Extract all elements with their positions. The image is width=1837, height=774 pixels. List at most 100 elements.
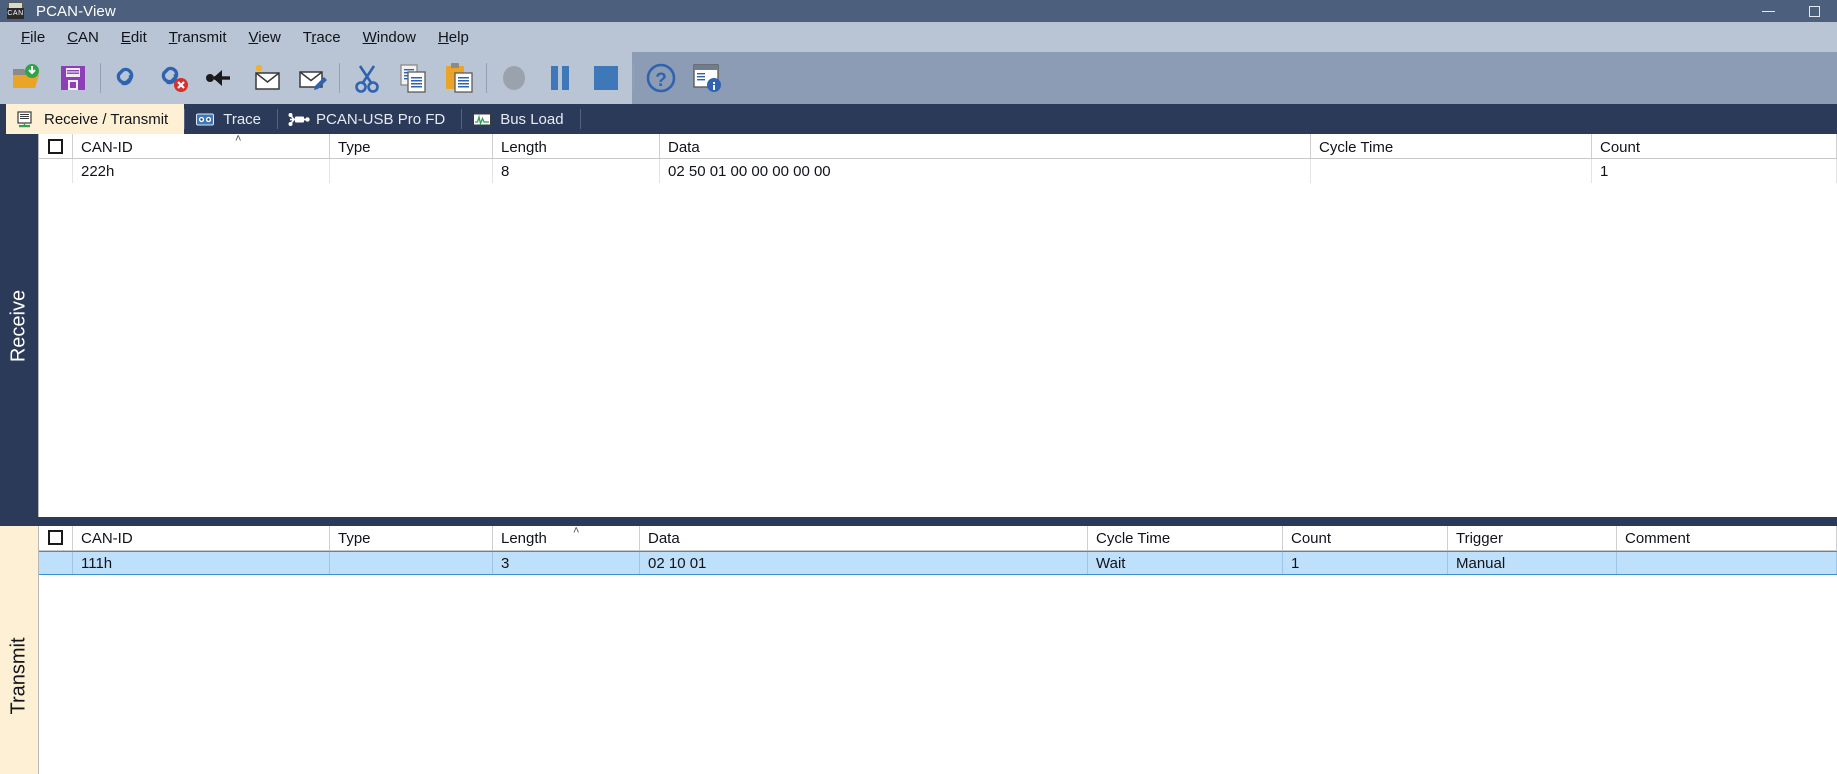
help-button[interactable]: ? xyxy=(638,54,684,102)
receive-side-label-text: Receive xyxy=(7,289,30,362)
title-bar: CAN PCAN-View xyxy=(0,0,1837,22)
transmit-pane: Transmit CAN-ID Type Length ˄ Data Cycle… xyxy=(0,525,1837,774)
receive-header-check[interactable] xyxy=(39,134,73,158)
pause-icon xyxy=(543,61,577,95)
receive-row-check[interactable] xyxy=(39,159,73,183)
new-message-icon xyxy=(249,61,283,95)
menu-label-file: ile xyxy=(30,28,46,46)
transmit-row-data: 02 10 01 xyxy=(640,551,1088,574)
transmit-header-check[interactable] xyxy=(39,525,73,550)
window-title: PCAN-View xyxy=(36,2,116,20)
transmit-header-type[interactable]: Type xyxy=(330,525,493,550)
transmit-header-can-id-label: CAN-ID xyxy=(81,530,133,548)
trace-icon xyxy=(195,111,215,127)
select-all-checkbox-icon[interactable] xyxy=(48,138,63,154)
record-button[interactable] xyxy=(491,54,537,102)
reset-icon xyxy=(203,61,237,95)
pause-button[interactable] xyxy=(537,54,583,102)
transmit-header-length[interactable]: Length ˄ xyxy=(493,525,640,550)
receive-header-length-label: Length xyxy=(501,138,547,156)
menu-item-trace[interactable]: Trace xyxy=(292,25,352,50)
transmit-header-can-id[interactable]: CAN-ID xyxy=(73,525,330,550)
transmit-empty-area[interactable] xyxy=(39,574,1837,774)
receive-row-can-id: 222h xyxy=(73,159,330,183)
copy-button[interactable] xyxy=(390,54,436,102)
menu-label-edit: dit xyxy=(130,28,147,46)
status-button[interactable] xyxy=(684,54,730,102)
edit-message-button[interactable] xyxy=(289,54,335,102)
receive-header-count[interactable]: Count xyxy=(1592,134,1837,158)
receive-row-type xyxy=(330,159,493,183)
pane-splitter[interactable] xyxy=(0,517,1837,526)
menu-label-view: iew xyxy=(258,28,281,46)
transmit-row-count: 1 xyxy=(1283,551,1448,574)
transmit-header-trigger[interactable]: Trigger xyxy=(1448,525,1617,550)
transmit-select-all-checkbox-icon[interactable] xyxy=(48,530,63,546)
tab-label-pcan-usb-pro-fd: PCAN-USB Pro FD xyxy=(316,110,446,128)
transmit-side-label-text: Transmit xyxy=(7,637,30,715)
transmit-row-trigger: Manual xyxy=(1448,551,1617,574)
transmit-header-cycle-time[interactable]: Cycle Time xyxy=(1088,525,1283,550)
receive-pane: Receive CAN-ID ˄ Type Length Data Cycle … xyxy=(0,134,1837,518)
menu-item-view[interactable]: View xyxy=(238,25,292,50)
content-area: Receive CAN-ID ˄ Type Length Data Cycle … xyxy=(0,134,1837,774)
transmit-row-cycle-time: Wait xyxy=(1088,551,1283,574)
receive-header-can-id[interactable]: CAN-ID ˄ xyxy=(73,134,330,158)
receive-header-data[interactable]: Data xyxy=(660,134,1311,158)
menu-item-can[interactable]: CAN xyxy=(56,25,110,50)
transmit-header-comment-label: Comment xyxy=(1625,530,1691,548)
toolbar: ? xyxy=(0,52,721,104)
cut-button[interactable] xyxy=(344,54,390,102)
menu-item-window[interactable]: Window xyxy=(352,25,427,50)
status-icon xyxy=(690,61,724,95)
receive-header-length[interactable]: Length xyxy=(493,134,660,158)
open-button[interactable] xyxy=(4,54,50,102)
menu-item-edit[interactable]: Edit xyxy=(110,25,158,50)
receive-header-cycle-time[interactable]: Cycle Time xyxy=(1311,134,1592,158)
tab-trace[interactable]: Trace xyxy=(185,104,277,134)
menu-item-transmit[interactable]: Transmit xyxy=(158,25,238,50)
app-icon: CAN xyxy=(6,1,28,21)
transmit-row-check[interactable] xyxy=(39,551,73,574)
new-message-button[interactable] xyxy=(243,54,289,102)
tab-receive-transmit[interactable]: Receive / Transmit xyxy=(6,104,185,134)
menu-label-window: indow xyxy=(376,28,416,46)
save-icon xyxy=(56,61,90,95)
transmit-row-comment xyxy=(1617,551,1837,574)
transmit-row-type xyxy=(330,551,493,574)
tab-bus-load[interactable]: Bus Load xyxy=(462,104,579,134)
maximize-button[interactable] xyxy=(1791,0,1837,22)
menu-item-file[interactable]: File xyxy=(10,25,56,50)
receive-table-row[interactable]: 222h 8 02 50 01 00 00 00 00 00 1 xyxy=(39,159,1837,183)
reset-button[interactable] xyxy=(197,54,243,102)
toolbar-separator-2 xyxy=(339,63,340,93)
receive-header-type[interactable]: Type xyxy=(330,134,493,158)
receive-header-data-label: Data xyxy=(668,138,700,156)
transmit-header-data[interactable]: Data xyxy=(640,525,1088,550)
receive-empty-area[interactable] xyxy=(39,183,1837,518)
bus-load-icon xyxy=(472,111,492,127)
transmit-header-comment[interactable]: Comment xyxy=(1617,525,1837,550)
transmit-side-label: Transmit xyxy=(0,525,38,774)
transmit-header-data-label: Data xyxy=(648,530,680,548)
transmit-table-row[interactable]: 111h 3 02 10 01 Wait 1 Manual xyxy=(39,550,1837,575)
save-button[interactable] xyxy=(50,54,96,102)
toolbar-separator-3 xyxy=(486,63,487,93)
receive-header-cycle-time-label: Cycle Time xyxy=(1319,138,1394,156)
connect-button[interactable] xyxy=(105,54,151,102)
transmit-header-count[interactable]: Count xyxy=(1283,525,1448,550)
minimize-button[interactable] xyxy=(1745,0,1791,22)
tab-pcan-usb-pro-fd[interactable]: PCAN-USB Pro FD xyxy=(278,104,461,134)
transmit-header-row: CAN-ID Type Length ˄ Data Cycle Time Cou… xyxy=(39,525,1837,551)
menu-label-trace: ace xyxy=(316,28,341,46)
transmit-header-length-label: Length xyxy=(501,530,547,548)
paste-button[interactable] xyxy=(436,54,482,102)
receive-header-row: CAN-ID ˄ Type Length Data Cycle Time Cou… xyxy=(39,134,1837,159)
transmit-header-cycle-time-label: Cycle Time xyxy=(1096,530,1171,548)
record-icon xyxy=(497,61,531,95)
menu-item-help[interactable]: Help xyxy=(427,25,480,50)
tab-strip: Receive / Transmit Trace PCAN-USB Pro FD… xyxy=(0,104,1837,134)
disconnect-button[interactable] xyxy=(151,54,197,102)
copy-icon xyxy=(396,61,430,95)
stop-button[interactable] xyxy=(583,54,629,102)
